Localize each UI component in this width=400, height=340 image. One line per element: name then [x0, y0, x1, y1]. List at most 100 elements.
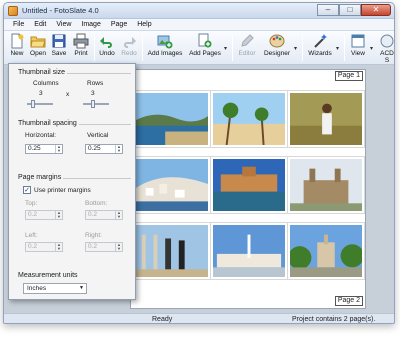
add-pages-button[interactable]: Add Pages — [188, 33, 222, 57]
new-button[interactable]: New — [8, 33, 26, 57]
close-button[interactable]: ✕ — [361, 4, 391, 16]
horizontal-spacing-input[interactable]: 0.25 ▲ ▼ — [25, 144, 63, 154]
bottom-margin-input[interactable]: 0.2 ▲ ▼ — [85, 210, 123, 220]
vertical-spacing-value: 0.25 — [88, 145, 101, 152]
top-margin-input[interactable]: 0.2 ▲ ▼ — [25, 210, 63, 220]
photo-thumbnail[interactable] — [210, 90, 288, 148]
app-window: Untitled - FotoSlate 4.0 – □ ✕ File Edit… — [3, 2, 395, 324]
photo-thumbnail[interactable] — [133, 222, 211, 280]
app-icon — [8, 6, 18, 16]
toolbar-separator — [94, 35, 95, 61]
right-margin-label: Right: — [85, 232, 102, 239]
menu-page[interactable]: Page — [106, 19, 132, 30]
portrait-photo — [290, 93, 362, 145]
print-button[interactable]: Print — [72, 33, 90, 57]
photo-thumbnail[interactable] — [133, 90, 211, 148]
add-images-label: Add Images — [147, 50, 183, 57]
save-label: Save — [51, 50, 67, 57]
monument-photo — [290, 225, 362, 277]
bottom-margin-value: 0.2 — [88, 211, 98, 218]
measurement-units-select[interactable]: Inches ▼ — [23, 283, 87, 294]
acd-label: ACD S — [380, 50, 394, 64]
editor-pencil-icon — [241, 34, 254, 47]
save-disk-icon — [52, 34, 66, 48]
photo-thumbnail[interactable] — [287, 90, 365, 148]
beach-palms-photo — [213, 93, 285, 145]
menu-help[interactable]: Help — [132, 19, 156, 30]
spinner-arrows-icon[interactable]: ▲ ▼ — [115, 145, 122, 153]
top-margin-value: 0.2 — [28, 211, 38, 218]
wizards-button[interactable]: Wizards — [306, 33, 334, 57]
columns-slider-handle[interactable] — [31, 100, 35, 108]
rows-slider[interactable] — [83, 103, 109, 105]
menu-image[interactable]: Image — [76, 19, 105, 30]
palace-photo — [213, 159, 285, 211]
view-button[interactable]: View — [348, 33, 368, 57]
times-symbol: x — [66, 91, 70, 98]
save-button[interactable]: Save — [50, 33, 68, 57]
page-canvas[interactable]: Page 1 Page 2 — [130, 69, 366, 309]
wizards-dropdown-icon[interactable]: ▾ — [336, 45, 339, 52]
title-bar: Untitled - FotoSlate 4.0 – □ ✕ — [4, 3, 394, 19]
editor-label: Editor — [238, 50, 256, 57]
status-page-count: Project contains 2 page(s). — [292, 316, 376, 323]
add-images-button[interactable]: Add Images — [146, 33, 184, 57]
open-folder-icon — [30, 36, 46, 48]
maximize-button[interactable]: □ — [339, 4, 361, 16]
designer-dropdown-icon[interactable]: ▾ — [294, 45, 297, 52]
rows-value: 3 — [91, 90, 95, 97]
photo-thumbnail[interactable] — [287, 156, 365, 214]
menu-view[interactable]: View — [51, 19, 76, 30]
left-margin-input[interactable]: 0.2 ▲ ▼ — [25, 242, 63, 252]
add-pages-icon — [198, 33, 212, 48]
photo-thumbnail[interactable] — [210, 222, 288, 280]
spinner-arrows-icon[interactable]: ▲ ▼ — [55, 243, 62, 251]
right-margin-input[interactable]: 0.2 ▲ ▼ — [85, 242, 123, 252]
right-margin-value: 0.2 — [88, 243, 98, 250]
rows-slider-handle[interactable] — [91, 100, 95, 108]
spinner-arrows-icon[interactable]: ▲ ▼ — [55, 145, 62, 153]
open-label: Open — [30, 50, 46, 57]
printer-icon — [73, 33, 89, 49]
spinner-arrows-icon[interactable]: ▲ ▼ — [115, 243, 122, 251]
window-controls: – □ ✕ — [317, 4, 391, 16]
use-printer-margins-label: Use printer margins — [34, 187, 91, 194]
chevron-down-icon: ▼ — [79, 285, 84, 291]
toolbar-separator — [142, 35, 143, 61]
add-images-icon — [157, 35, 173, 49]
open-button[interactable]: Open — [28, 33, 48, 57]
redo-button[interactable]: Redo — [120, 33, 138, 57]
menu-edit[interactable]: Edit — [29, 19, 51, 30]
status-bar: Ready Project contains 2 page(s). — [4, 313, 394, 323]
vertical-spacing-input[interactable]: 0.25 ▲ ▼ — [85, 144, 123, 154]
view-dropdown-icon[interactable]: ▾ — [370, 45, 373, 52]
page-label-bottom: Page 2 — [334, 296, 363, 306]
cathedral-photo — [290, 159, 362, 211]
status-ready: Ready — [152, 316, 173, 323]
section-divider — [79, 124, 131, 125]
photo-thumbnail[interactable] — [133, 156, 211, 214]
editor-button[interactable]: Editor — [236, 33, 258, 57]
undo-button[interactable]: Undo — [98, 33, 116, 57]
horizontal-spacing-value: 0.25 — [28, 145, 41, 152]
section-divider — [67, 73, 131, 74]
window-title: Untitled - FotoSlate 4.0 — [22, 6, 99, 15]
spinner-arrows-icon[interactable]: ▲ ▼ — [55, 211, 62, 219]
acd-button[interactable]: ACD S — [378, 33, 394, 64]
wizards-label: Wizards — [308, 50, 332, 57]
photo-thumbnail[interactable] — [287, 222, 365, 280]
add-pages-dropdown-icon[interactable]: ▾ — [224, 45, 227, 52]
print-label: Print — [74, 50, 88, 57]
use-printer-margins-checkbox[interactable]: ✓ — [23, 186, 31, 194]
minimize-button[interactable]: – — [317, 4, 339, 16]
toolbar-separator — [232, 35, 233, 61]
measurement-units-value: Inches — [27, 285, 47, 292]
thumbnail-spacing-heading: Thumbnail spacing — [18, 120, 77, 127]
menu-file[interactable]: File — [8, 19, 29, 30]
view-window-icon — [351, 34, 365, 48]
designer-button[interactable]: Designer — [262, 33, 292, 57]
photo-thumbnail[interactable] — [210, 156, 288, 214]
toolbar: New Open Save Print Undo Redo Add Images… — [4, 31, 394, 65]
undo-arrow-icon — [100, 37, 112, 48]
spinner-arrows-icon[interactable]: ▲ ▼ — [115, 211, 122, 219]
